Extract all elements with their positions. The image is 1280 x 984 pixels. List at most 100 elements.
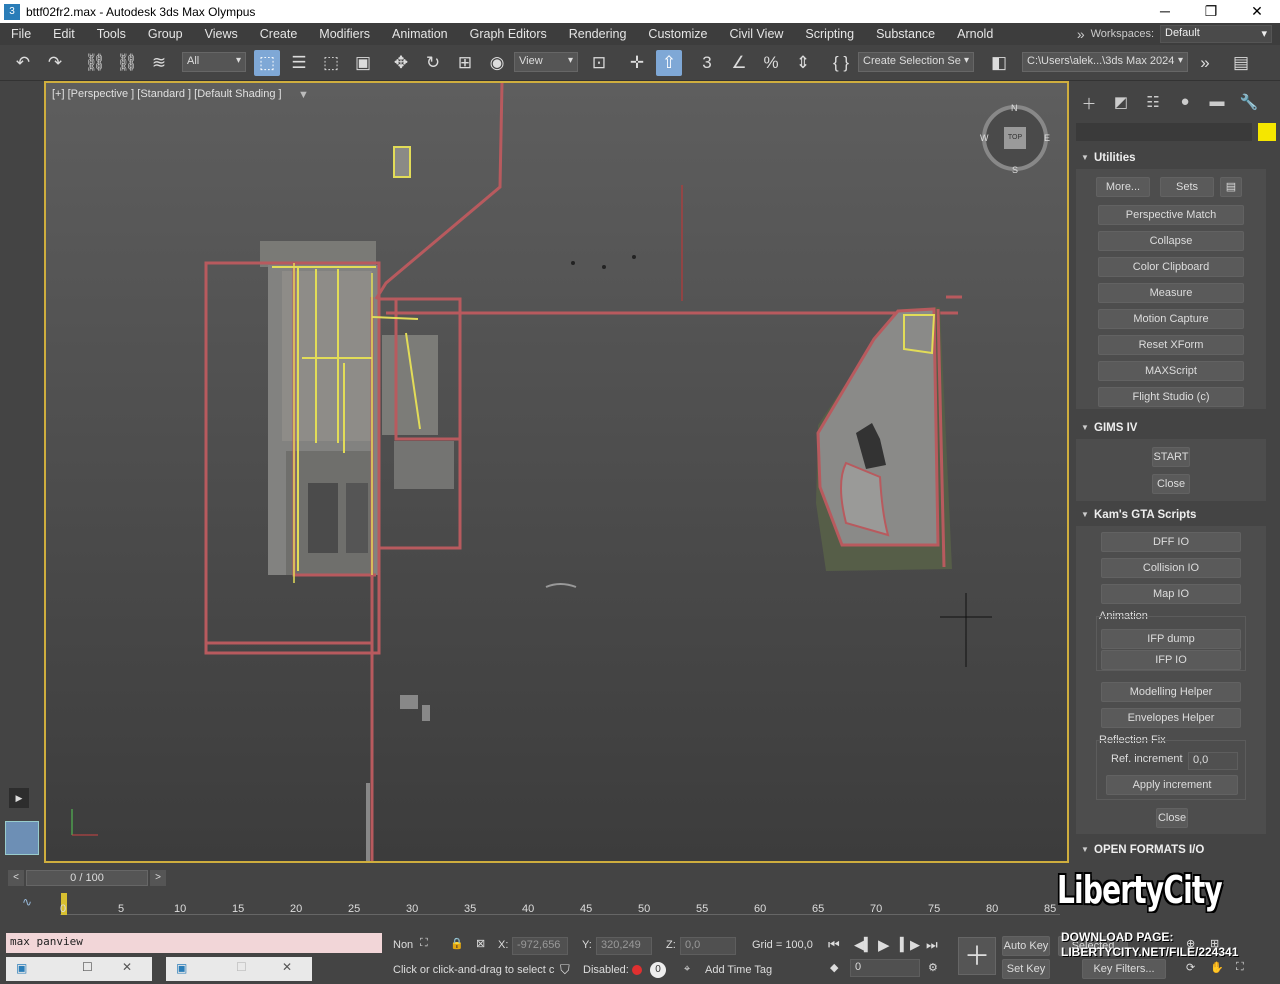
measure-button[interactable]: Measure <box>1098 283 1244 303</box>
x-coordinate-field[interactable]: -972,656 <box>512 937 568 955</box>
reset-xform-button[interactable]: Reset XForm <box>1098 335 1244 355</box>
gims-close-button[interactable]: Close <box>1152 474 1190 494</box>
motion-tab-icon[interactable]: ● <box>1174 93 1196 113</box>
menu-civil-view[interactable]: Civil View <box>718 27 794 41</box>
gims-rollout-header[interactable]: GIMS IV <box>1076 419 1266 439</box>
bind-space-warp-icon[interactable]: ≋ <box>146 50 172 76</box>
viewport-label[interactable]: [+] [Perspective ] [Standard ] [Default … <box>52 88 282 100</box>
menu-create[interactable]: Create <box>249 27 309 41</box>
hierarchy-tab-icon[interactable]: ☷ <box>1142 93 1164 113</box>
pivot-center-icon[interactable]: ⊡ <box>586 50 612 76</box>
maxscript-button[interactable]: MAXScript <box>1098 361 1244 381</box>
color-clipboard-button[interactable]: Color Clipboard <box>1098 257 1244 277</box>
adaptive-degradation-icon[interactable]: ⛉ <box>560 962 570 978</box>
menu-scripting[interactable]: Scripting <box>794 27 865 41</box>
next-frame-icon[interactable]: > <box>150 870 166 886</box>
spinner-snap-icon[interactable]: ⇕ <box>790 50 816 76</box>
menu-arnold[interactable]: Arnold <box>946 27 1004 41</box>
move-icon[interactable]: ✥ <box>388 50 414 76</box>
goto-start-icon[interactable]: ⏮ <box>828 937 840 953</box>
motion-capture-button[interactable]: Motion Capture <box>1098 309 1244 329</box>
restore-icon[interactable]: ☐ <box>236 960 247 974</box>
time-slider-thumb[interactable]: 0 / 100 <box>26 870 148 886</box>
utilities-rollout-header[interactable]: Utilities <box>1076 149 1266 169</box>
play-viewport-icon[interactable]: ▶ <box>9 788 29 808</box>
map-io-button[interactable]: Map IO <box>1101 584 1241 604</box>
panel-name-field[interactable] <box>1076 123 1252 141</box>
menu-animation[interactable]: Animation <box>381 27 459 41</box>
edit-named-selection-icon[interactable]: { } <box>828 50 854 76</box>
set-key-big-icon[interactable]: ＋ <box>958 937 996 975</box>
mirror-icon[interactable]: ◧ <box>986 50 1012 76</box>
menu-edit[interactable]: Edit <box>42 27 86 41</box>
lock-icon[interactable]: 🔒 <box>450 937 464 950</box>
maxscript-listener[interactable]: max panview <box>6 933 382 953</box>
envelopes-helper-button[interactable]: Envelopes Helper <box>1101 708 1241 728</box>
set-key-button[interactable]: Set Key <box>1002 959 1050 979</box>
close-button[interactable]: ✕ <box>1234 0 1280 23</box>
place-icon[interactable]: ◉ <box>484 50 510 76</box>
workspaces-dropdown[interactable]: Default ▾ <box>1160 25 1272 43</box>
menu-graph-editors[interactable]: Graph Editors <box>459 27 558 41</box>
select-by-name-icon[interactable]: ☰ <box>286 50 312 76</box>
percent-snap-icon[interactable]: % <box>758 50 784 76</box>
snaps-toggle-icon[interactable]: 3 <box>694 50 720 76</box>
menu-substance[interactable]: Substance <box>865 27 946 41</box>
color-swatch[interactable] <box>1258 123 1276 141</box>
maximize-button[interactable]: ❐ <box>1188 0 1234 23</box>
taskbar-window-2[interactable]: ▣ ☐ ✕ <box>166 957 312 981</box>
viewport-layout-icon[interactable] <box>5 821 39 855</box>
menu-modifiers[interactable]: Modifiers <box>308 27 381 41</box>
isolate-selection-icon[interactable]: ⛶ <box>420 937 428 950</box>
window-crossing-icon[interactable]: ▣ <box>350 50 376 76</box>
menu-overflow-icon[interactable]: » <box>1077 26 1085 42</box>
perspective-match-button[interactable]: Perspective Match <box>1098 205 1244 225</box>
angle-snap-icon[interactable]: ∠ <box>726 50 752 76</box>
prev-frame-icon[interactable]: < <box>8 870 24 886</box>
z-coordinate-field[interactable]: 0,0 <box>680 937 736 955</box>
ifp-dump-button[interactable]: IFP dump <box>1101 629 1241 649</box>
viewcube-top-face[interactable]: TOP <box>1004 127 1026 149</box>
goto-end-icon[interactable]: ⏭ <box>926 937 938 953</box>
close-icon[interactable]: ✕ <box>122 960 132 974</box>
menu-tools[interactable]: Tools <box>86 27 137 41</box>
perspective-viewport[interactable]: [+] [Perspective ] [Standard ] [Default … <box>44 81 1069 863</box>
gims-start-button[interactable]: START <box>1152 447 1190 467</box>
track-bar[interactable]: ∿ 0 5 10 15 20 25 30 35 40 45 50 55 60 6… <box>0 889 1068 929</box>
time-tag-icon[interactable]: ⌖ <box>684 963 690 976</box>
select-manipulate-icon[interactable]: ✛ <box>624 50 650 76</box>
menu-customize[interactable]: Customize <box>637 27 718 41</box>
modify-tab-icon[interactable]: ◩ <box>1110 93 1132 113</box>
menu-views[interactable]: Views <box>194 27 249 41</box>
named-selection-set-dropdown[interactable]: Create Selection Se <box>858 52 974 72</box>
rectangular-selection-icon[interactable]: ⬚ <box>318 50 344 76</box>
keyboard-shortcut-override-icon[interactable]: ⇧ <box>656 50 682 76</box>
kams-close-button[interactable]: Close <box>1156 808 1188 828</box>
collision-io-button[interactable]: Collision IO <box>1101 558 1241 578</box>
menu-rendering[interactable]: Rendering <box>558 27 638 41</box>
zero-badge-icon[interactable]: 0 <box>650 962 666 978</box>
select-object-icon[interactable]: ⬚ <box>254 50 280 76</box>
display-tab-icon[interactable]: ▬ <box>1206 93 1228 113</box>
menu-group[interactable]: Group <box>137 27 194 41</box>
absolute-mode-icon[interactable]: ⊠ <box>476 937 485 950</box>
scale-icon[interactable]: ⊞ <box>452 50 478 76</box>
reference-coordinate-dropdown[interactable]: View <box>514 52 578 72</box>
link-icon[interactable]: ⛓ <box>82 50 108 76</box>
dff-io-button[interactable]: DFF IO <box>1101 532 1241 552</box>
undo-icon[interactable]: ↶ <box>10 50 36 76</box>
ifp-io-button[interactable]: IFP IO <box>1101 650 1241 670</box>
restore-icon[interactable]: ☐ <box>82 960 93 974</box>
viewcube-compass[interactable]: TOP N S E W <box>980 103 1050 175</box>
add-time-tag[interactable]: Add Time Tag <box>705 964 772 976</box>
modelling-helper-button[interactable]: Modelling Helper <box>1101 682 1241 702</box>
minimize-button[interactable]: ─ <box>1142 0 1188 23</box>
kams-rollout-header[interactable]: Kam's GTA Scripts <box>1076 506 1266 526</box>
redo-icon[interactable]: ↷ <box>42 50 68 76</box>
collapse-button[interactable]: Collapse <box>1098 231 1244 251</box>
previous-frame-icon[interactable]: ◀▍ <box>854 937 874 953</box>
flight-studio-button[interactable]: Flight Studio (c) <box>1098 387 1244 407</box>
current-frame-spinner[interactable]: 0 <box>850 959 920 977</box>
apply-increment-button[interactable]: Apply increment <box>1106 775 1238 795</box>
configure-sets-icon[interactable]: ▤ <box>1220 177 1242 197</box>
